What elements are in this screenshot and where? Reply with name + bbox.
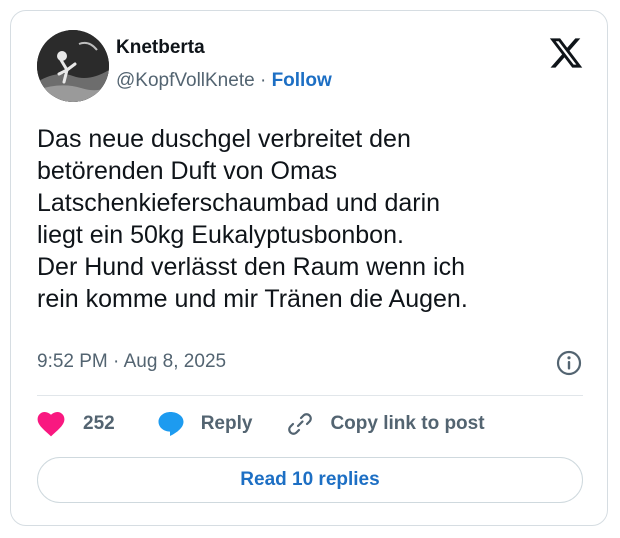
read-replies-label: Read 10 replies [240,469,380,490]
timestamp[interactable]: 9:52 PM · Aug 8, 2025 [37,351,226,373]
heart-icon [37,411,65,437]
divider [37,395,583,396]
speech-bubble-icon [158,412,184,436]
read-replies-button[interactable]: Read 10 replies [37,457,583,503]
link-icon [288,413,313,435]
info-icon[interactable] [555,349,583,377]
reply-button[interactable]: Reply [157,410,253,438]
author-handle[interactable]: @KopfVollKnete [116,70,255,91]
author-name[interactable]: Knetberta [116,37,205,59]
reply-label: Reply [200,413,253,434]
copy-link-button[interactable]: Copy link to post [286,410,485,438]
like-button[interactable]: 252 [37,411,115,437]
tweet-text: Das neue duschgel verbreitet den betören… [37,125,468,313]
x-logo-icon[interactable] [548,35,584,71]
handle-row: @KopfVollKnete · Follow [116,70,332,92]
like-count: 252 [83,413,115,434]
action-bar: 252 Reply Copy link to post [37,408,485,440]
avatar-image [37,30,109,102]
avatar[interactable] [37,30,109,102]
separator-dot: · [259,70,267,91]
copy-link-label: Copy link to post [330,413,485,434]
follow-button[interactable]: Follow [272,70,332,91]
tweet-card: Knetberta @KopfVollKnete · Follow Das ne… [10,10,608,526]
